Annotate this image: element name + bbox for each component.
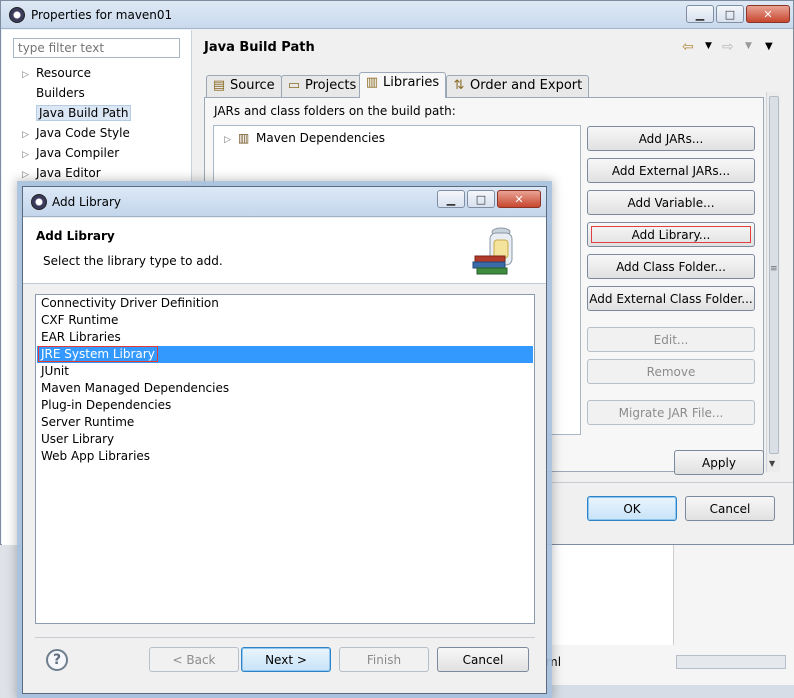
expand-arrow-icon[interactable]: ▷: [22, 126, 36, 144]
window-title: Properties for maven01: [31, 8, 173, 22]
tree-item-java-code-style[interactable]: ▷ Java Code Style: [22, 124, 130, 142]
edit-button[interactable]: Edit...: [587, 327, 755, 352]
add-external-jars-button[interactable]: Add External JARs...: [587, 158, 755, 183]
list-item[interactable]: Server Runtime: [37, 414, 533, 431]
tree-item-java-editor[interactable]: ▷ Java Editor: [22, 164, 101, 182]
tab-projects[interactable]: ▭ Projects: [281, 75, 364, 97]
add-class-folder-button[interactable]: Add Class Folder...: [587, 254, 755, 279]
expand-arrow-icon[interactable]: ▷: [22, 146, 36, 164]
dialog-heading: Add Library: [36, 229, 115, 243]
source-folder-icon: ▤: [212, 78, 226, 93]
tab-libraries[interactable]: ▥ Libraries: [359, 72, 447, 98]
add-library-button[interactable]: Add Library...: [587, 222, 755, 247]
library-jar-icon: [472, 227, 513, 275]
finish-button[interactable]: Finish: [339, 647, 429, 672]
dialog-window-title: Add Library: [52, 195, 122, 209]
eclipse-icon: [9, 7, 25, 23]
minimize-button[interactable]: ▁: [686, 5, 714, 23]
remove-button[interactable]: Remove: [587, 359, 755, 384]
expand-arrow-icon[interactable]: ▷: [22, 66, 36, 84]
help-icon[interactable]: ?: [46, 649, 68, 671]
library-type-list[interactable]: Connectivity Driver Definition CXF Runti…: [35, 294, 535, 624]
page-title: Java Build Path: [204, 40, 315, 55]
page-scrollbar[interactable]: ≡: [766, 92, 780, 472]
status-toolbar: [546, 685, 794, 698]
projects-icon: ▭: [287, 78, 301, 93]
migrate-jar-button[interactable]: Migrate JAR File...: [587, 400, 755, 425]
close-icon: ✕: [514, 192, 524, 206]
dialog-footer-separator: [35, 637, 535, 638]
view-menu-icon[interactable]: ▼: [765, 41, 773, 52]
jar-entry-maven-dependencies[interactable]: ▷ ▥ Maven Dependencies: [224, 129, 385, 147]
apply-button[interactable]: Apply: [674, 450, 764, 475]
dialog-description: Select the library type to add.: [43, 254, 223, 268]
expand-arrow-icon[interactable]: ▷: [22, 166, 36, 184]
list-item[interactable]: Web App Libraries: [37, 448, 533, 465]
expand-arrow-icon[interactable]: ▷: [224, 131, 238, 149]
eclipse-icon: [31, 194, 47, 210]
back-arrow-icon[interactable]: ⇦: [682, 39, 694, 55]
ide-background: ml: [546, 545, 794, 698]
list-item[interactable]: Maven Managed Dependencies: [37, 380, 533, 397]
add-variable-button[interactable]: Add Variable...: [587, 190, 755, 215]
horizontal-scrollbar[interactable]: [676, 655, 786, 669]
minimize-icon: ▁: [446, 192, 456, 206]
libraries-icon: ▥: [365, 75, 379, 90]
add-library-dialog: Add Library ▁ □ ✕ Add Library Select the…: [22, 186, 547, 694]
list-item[interactable]: Plug-in Dependencies: [37, 397, 533, 414]
order-export-icon: ⇅: [453, 78, 465, 93]
maximize-icon: □: [475, 192, 487, 206]
forward-arrow-icon[interactable]: ⇨: [722, 39, 734, 55]
back-button[interactable]: < Back: [149, 647, 239, 672]
selected-library-label: JRE System Library: [38, 346, 158, 362]
ok-button[interactable]: OK: [587, 496, 677, 521]
back-menu-chevron-icon[interactable]: ▼: [705, 41, 712, 51]
list-item[interactable]: CXF Runtime: [37, 312, 533, 329]
scroll-down-arrow-icon[interactable]: ▼: [769, 459, 775, 468]
editor-tab-fragment: ml: [546, 655, 562, 669]
dialog-titlebar[interactable]: Add Library ▁ □ ✕: [23, 187, 546, 217]
add-external-class-folder-button[interactable]: Add External Class Folder...: [587, 286, 755, 311]
tab-source[interactable]: ▤ Source: [206, 75, 282, 97]
filter-input[interactable]: [13, 38, 180, 58]
library-icon: ▥: [238, 131, 250, 145]
dialog-cancel-button[interactable]: Cancel: [437, 647, 529, 672]
dialog-header: Add Library Select the library type to a…: [23, 218, 546, 284]
maximize-button[interactable]: □: [716, 5, 744, 23]
jar-list-label: JARs and class folders on the build path…: [214, 104, 456, 118]
maximize-icon: □: [724, 7, 736, 21]
properties-titlebar[interactable]: Properties for maven01 ▁ □ ✕: [1, 1, 793, 29]
list-item[interactable]: User Library: [37, 431, 533, 448]
list-item[interactable]: JUnit: [37, 363, 533, 380]
list-item[interactable]: Connectivity Driver Definition: [37, 295, 533, 312]
close-icon: ✕: [763, 7, 773, 21]
next-button[interactable]: Next >: [241, 647, 331, 672]
editor-area: [546, 545, 674, 645]
list-item-selected[interactable]: JRE System Library: [37, 346, 533, 363]
cancel-button[interactable]: Cancel: [685, 496, 775, 521]
tree-item-builders[interactable]: Builders: [22, 84, 85, 102]
tree-item-resource[interactable]: ▷ Resource: [22, 64, 91, 82]
dialog-minimize-button[interactable]: ▁: [437, 190, 465, 208]
close-button[interactable]: ✕: [746, 5, 790, 23]
tab-order-and-export[interactable]: ⇅ Order and Export: [446, 75, 590, 97]
minimize-icon: ▁: [695, 7, 705, 21]
tree-item-java-build-path[interactable]: Java Build Path: [22, 104, 132, 122]
forward-menu-chevron-icon[interactable]: ▼: [745, 41, 752, 51]
grip-icon: ≡: [770, 264, 778, 274]
dialog-maximize-button[interactable]: □: [467, 190, 495, 208]
tree-item-java-compiler[interactable]: ▷ Java Compiler: [22, 144, 119, 162]
list-item[interactable]: EAR Libraries: [37, 329, 533, 346]
dialog-close-button[interactable]: ✕: [497, 190, 541, 208]
add-jars-button[interactable]: Add JARs...: [587, 126, 755, 151]
scrollbar-thumb[interactable]: [769, 96, 779, 454]
